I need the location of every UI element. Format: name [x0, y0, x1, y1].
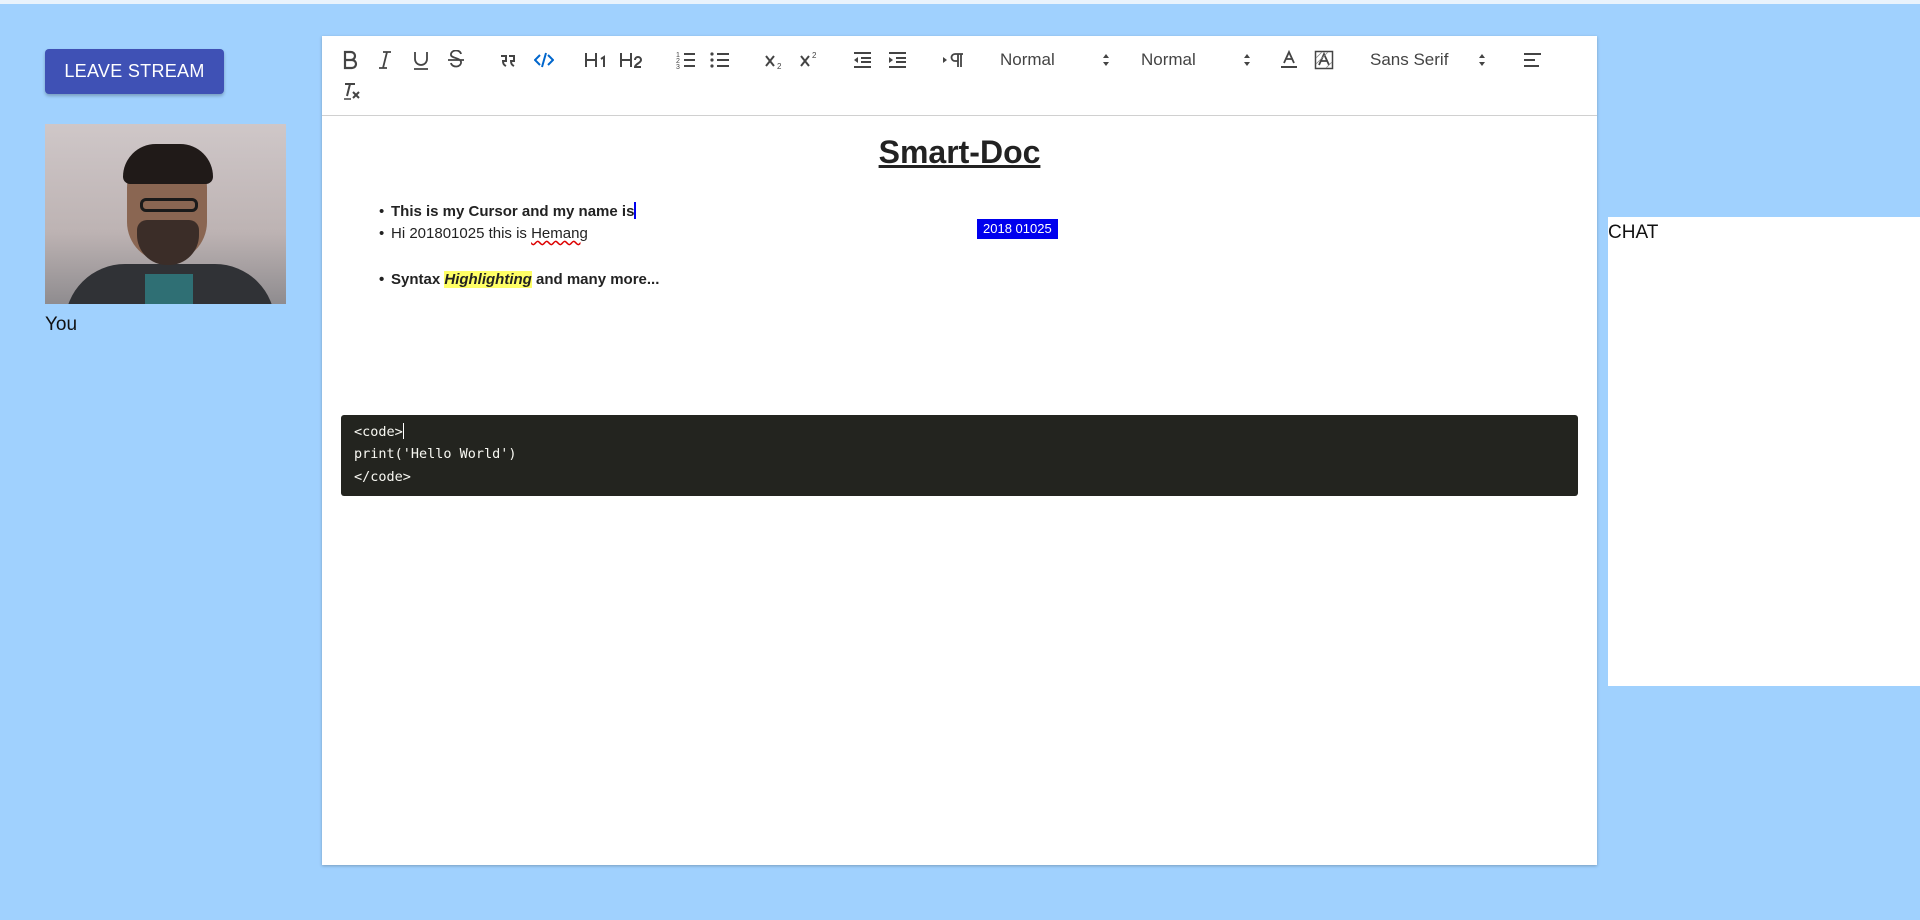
code-block-icon[interactable] — [534, 50, 554, 70]
code-line: print('Hello World') — [354, 446, 517, 462]
top-strip — [0, 0, 1920, 4]
svg-text:3: 3 — [676, 64, 680, 70]
bullet-icon: • — [379, 225, 385, 242]
align-left-icon[interactable] — [1522, 50, 1542, 70]
header-select[interactable]: Normal — [1141, 50, 1251, 72]
self-video-feed — [45, 124, 286, 304]
svg-text:2: 2 — [812, 51, 817, 60]
clear-format-icon[interactable] — [342, 81, 362, 101]
ordered-list-icon[interactable]: 123 — [676, 50, 696, 70]
bold-icon[interactable] — [342, 50, 358, 70]
misspelled-word: Hemang — [531, 225, 588, 242]
video-person-shirt — [145, 274, 193, 304]
bullet-icon: • — [379, 271, 385, 288]
subscript-icon[interactable]: 2 — [764, 50, 786, 70]
h2-icon[interactable] — [619, 50, 643, 70]
remote-cursor-caret — [634, 202, 637, 219]
chat-panel[interactable]: CHAT — [1608, 217, 1920, 686]
code-line: </code> — [354, 469, 411, 485]
chat-title: CHAT — [1608, 222, 1659, 243]
leave-stream-button[interactable]: LEAVE STREAM — [45, 49, 224, 94]
list-item[interactable]: • Hi 201801025 this is Hemang — [379, 225, 588, 242]
superscript-icon[interactable]: 2 — [799, 50, 821, 70]
bullet-icon: • — [379, 203, 385, 220]
svg-text:2: 2 — [777, 62, 782, 70]
list-item-text: and many more... — [531, 271, 660, 288]
h1-icon[interactable] — [584, 50, 608, 70]
blockquote-icon[interactable] — [499, 50, 517, 70]
size-select[interactable]: Normal — [1000, 50, 1110, 72]
code-caret — [402, 423, 404, 439]
list-item[interactable]: • Syntax Highlighting and many more... — [379, 271, 659, 288]
video-person-beard — [137, 220, 199, 265]
document-editor[interactable]: 123 2 2 Normal Normal Sans Serif Smart-D… — [322, 36, 1597, 865]
remote-cursor-label: 2018 01025 — [977, 219, 1058, 239]
font-select[interactable]: Sans Serif — [1370, 50, 1486, 72]
code-block[interactable]: <code> print('Hello World') </code> — [341, 415, 1578, 496]
rtl-icon[interactable] — [942, 50, 964, 70]
list-item-text: Syntax — [391, 271, 445, 288]
list-item-text: This is my Cursor and my name is — [391, 203, 635, 220]
editor-toolbar: 123 2 2 Normal Normal Sans Serif — [322, 36, 1597, 116]
self-video-label: You — [45, 314, 78, 335]
font-color-icon[interactable] — [1279, 50, 1299, 70]
background-color-icon[interactable] — [1314, 50, 1334, 70]
underline-icon[interactable] — [412, 50, 430, 70]
indent-icon[interactable] — [887, 50, 907, 70]
code-line: <code> — [354, 423, 404, 440]
select-caret-icon — [1479, 54, 1485, 66]
bullet-list-icon[interactable] — [710, 50, 730, 70]
italic-icon[interactable] — [377, 50, 393, 70]
select-caret-icon — [1244, 54, 1250, 66]
outdent-icon[interactable] — [852, 50, 872, 70]
video-person-glasses — [140, 198, 198, 212]
document-title[interactable]: Smart-Doc — [322, 134, 1597, 171]
strike-icon[interactable] — [447, 50, 465, 70]
list-item-text: Hi 201801025 this is — [391, 225, 532, 242]
highlighted-text: Highlighting — [444, 271, 532, 288]
select-caret-icon — [1103, 54, 1109, 66]
video-person-hair — [123, 144, 213, 184]
list-item[interactable]: • This is my Cursor and my name is — [379, 202, 637, 220]
